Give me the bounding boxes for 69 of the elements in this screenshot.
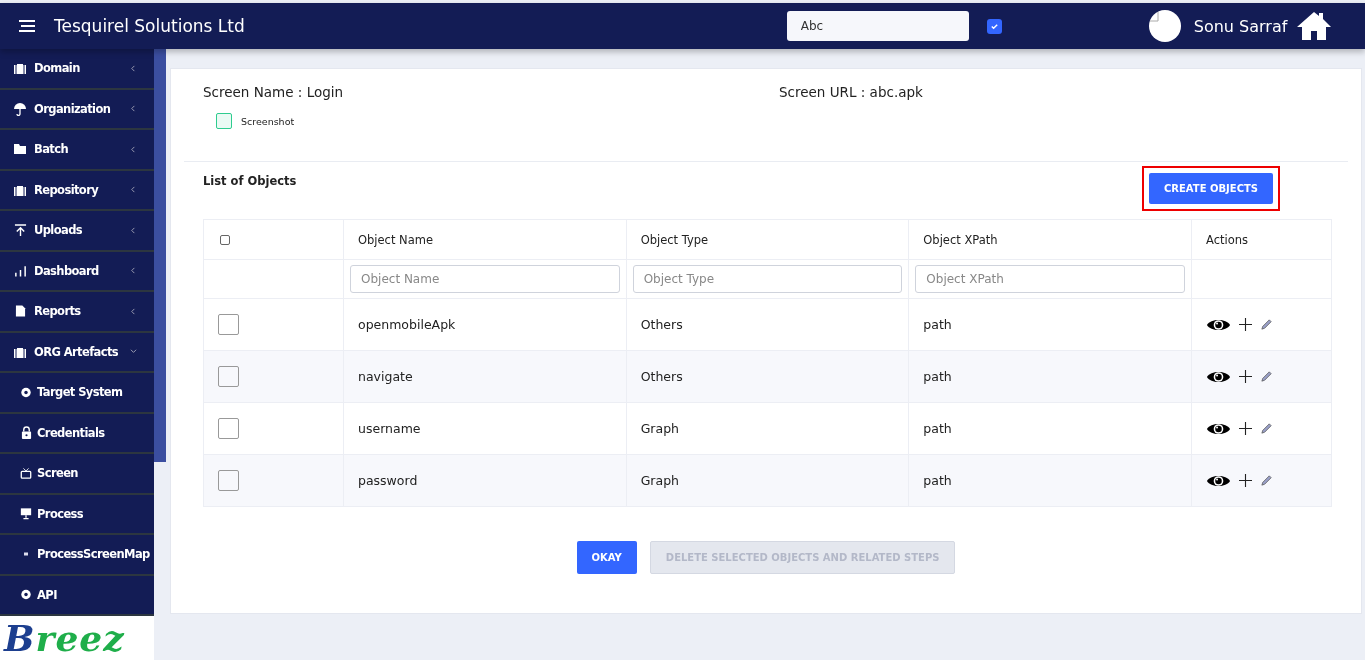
lock-icon: [20, 426, 32, 440]
screenshot-checkbox[interactable]: [216, 113, 232, 129]
pencil-icon[interactable]: [1260, 370, 1273, 383]
upload-icon: [13, 223, 27, 237]
chevron-left-icon: [130, 186, 137, 194]
company-name: Tesquirel Solutions Ltd: [54, 16, 245, 36]
scrollbar-thumb[interactable]: [154, 49, 166, 462]
filter-field[interactable]: Object XPath: [915, 265, 1185, 293]
column-header: Actions: [1191, 219, 1332, 260]
row-checkbox[interactable]: [218, 314, 239, 335]
column-header: Object XPath: [908, 219, 1192, 260]
table-cell: Graph: [626, 454, 909, 507]
plus-icon[interactable]: [1239, 370, 1252, 383]
column-header: Object Type: [626, 219, 909, 260]
user-name[interactable]: Sonu Sarraf: [1193, 16, 1288, 36]
check-icon: [989, 21, 999, 31]
plus-icon[interactable]: [1239, 318, 1252, 331]
bars-icon: [13, 264, 27, 277]
table-cell: Others: [626, 298, 909, 351]
table-cell: navigate: [343, 350, 627, 403]
suitcase-icon: [13, 183, 27, 196]
chevron-down-icon: [130, 348, 137, 356]
table-cell: path: [908, 350, 1192, 403]
chevron-left-icon: [130, 145, 137, 153]
gear-icon: [20, 385, 32, 399]
create-objects-button[interactable]: CREATE OBJECTS: [1149, 173, 1273, 204]
table-cell: openmobileApk: [343, 298, 627, 351]
table-cell: path: [908, 454, 1192, 507]
umbrella-icon: [13, 101, 27, 116]
menu-icon[interactable]: [18, 19, 36, 33]
table-cell: Graph: [626, 402, 909, 455]
pencil-icon[interactable]: [1260, 474, 1273, 487]
row-checkbox[interactable]: [218, 418, 239, 439]
column-header: Object Name: [343, 219, 627, 260]
table-cell: password: [343, 454, 627, 507]
pencil-icon[interactable]: [1260, 422, 1273, 435]
monitor-icon: [20, 507, 32, 521]
suitcase-icon: [13, 345, 27, 358]
gear-icon: [20, 588, 32, 602]
row-checkbox[interactable]: [218, 470, 239, 491]
suitcase-icon: [13, 62, 27, 75]
filter-field[interactable]: Object Type: [632, 265, 903, 293]
chevron-left-icon: [130, 105, 137, 113]
pencil-icon[interactable]: [1260, 318, 1273, 331]
table-cell: username: [343, 402, 627, 455]
plus-icon[interactable]: [1239, 474, 1252, 487]
chevron-left-icon: [130, 267, 137, 275]
screen-name: Screen Name : Login: [203, 84, 344, 100]
chevron-left-icon: [130, 307, 137, 315]
avatar-icon[interactable]: [1147, 9, 1182, 43]
chevron-left-icon: [130, 64, 137, 72]
section-title: List of Objects: [203, 174, 297, 190]
tv-icon: [20, 466, 32, 480]
table-cell: path: [908, 298, 1192, 351]
row-checkbox[interactable]: [218, 366, 239, 387]
select-all-checkbox[interactable]: [220, 235, 230, 245]
checkbox[interactable]: [986, 18, 1002, 34]
home-icon[interactable]: [1296, 11, 1333, 41]
chevron-left-icon: [130, 226, 137, 234]
search-field[interactable]: Abc: [786, 11, 969, 41]
okay-button[interactable]: OKAY: [576, 541, 637, 574]
screenshot-label: Screenshot: [241, 115, 295, 127]
table-cell: Others: [626, 350, 909, 403]
table-cell: path: [908, 402, 1192, 455]
document-icon: [13, 304, 27, 319]
plus-icon[interactable]: [1239, 422, 1252, 435]
filter-field[interactable]: Object Name: [350, 265, 620, 293]
folder-icon: [13, 143, 27, 156]
screen-url: Screen URL : abc.apk: [779, 84, 923, 100]
